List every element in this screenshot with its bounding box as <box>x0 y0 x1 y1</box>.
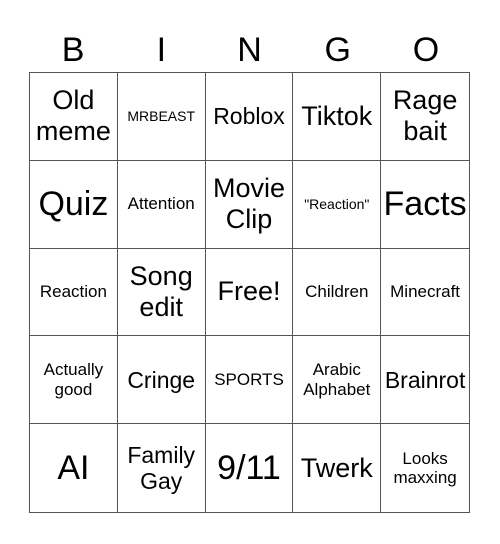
header-letter-g: G <box>324 31 351 69</box>
header-letter-o: O <box>412 31 440 69</box>
bingo-cell[interactable]: Movie Clip <box>205 160 294 249</box>
bingo-cell[interactable]: SPORTS <box>205 336 294 425</box>
bingo-cell[interactable]: MRBEAST <box>117 73 206 161</box>
bingo-cell[interactable]: Quiz <box>30 160 118 249</box>
bingo-cell[interactable]: Cringe <box>117 336 206 425</box>
bingo-cell[interactable]: AI <box>30 424 118 512</box>
bingo-cell[interactable]: Minecraft <box>381 249 469 337</box>
bingo-cell[interactable]: Old meme <box>30 73 118 161</box>
bingo-header: B I N G O <box>29 28 470 72</box>
header-letter-b: B <box>61 31 85 69</box>
bingo-cell[interactable]: Rage bait <box>381 73 469 161</box>
bingo-cell[interactable]: Arabic Alphabet <box>293 336 382 425</box>
header-letter-i: I <box>156 31 167 69</box>
bingo-cell[interactable]: Roblox <box>205 73 294 161</box>
header-letter-n: N <box>237 31 262 69</box>
bingo-grid: Old meme MRBEAST Roblox Tiktok Rage bait Quiz… <box>29 72 470 513</box>
bingo-cell[interactable]: 9/11 <box>206 424 294 512</box>
bingo-cell[interactable]: Brainrot <box>381 336 469 425</box>
bingo-cell[interactable]: Children <box>293 248 382 337</box>
bingo-cell[interactable]: Actually good <box>30 336 118 425</box>
bingo-cell[interactable]: Attention <box>117 160 206 249</box>
bingo-cell[interactable]: Song edit <box>117 248 206 337</box>
bingo-cell[interactable]: Twerk <box>293 424 382 512</box>
bingo-cell[interactable]: Facts <box>381 161 469 249</box>
bingo-cell[interactable]: "Reaction" <box>293 160 382 249</box>
bingo-cell[interactable]: Family Gay <box>118 424 206 512</box>
bingo-cell[interactable]: Reaction <box>30 248 118 337</box>
bingo-cell[interactable]: Tiktok <box>293 73 382 161</box>
bingo-cell[interactable]: Looks maxxing <box>381 424 469 512</box>
bingo-cell[interactable]: Free! <box>205 248 294 337</box>
